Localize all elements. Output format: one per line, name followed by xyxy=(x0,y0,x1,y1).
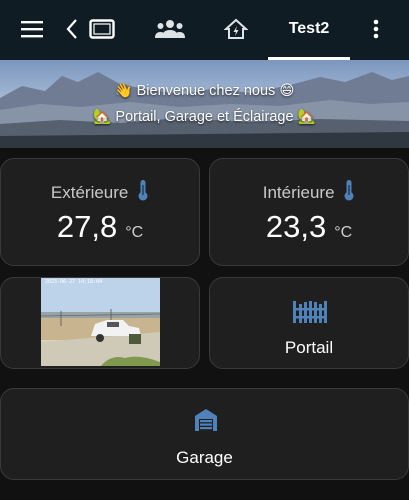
tile-label-portail: Portail xyxy=(284,338,334,357)
more-vertical-icon[interactable] xyxy=(366,0,386,58)
sensor-title-exterieure: Extérieure xyxy=(1,179,199,206)
sensor-value: 27,8 xyxy=(56,209,118,244)
sensor-label: Intérieure xyxy=(262,183,335,202)
tile-label-garage: Garage xyxy=(176,448,233,467)
tab-test2[interactable]: Test2 xyxy=(268,0,350,58)
thermometer-icon xyxy=(137,179,149,206)
sensor-card-exterieure[interactable]: Extérieure 27,8 °C xyxy=(0,158,200,266)
sensor-unit: °C xyxy=(334,224,353,241)
banner-line-welcome: 👋 Bienvenue chez nous 😄 xyxy=(114,83,295,99)
home-energy-icon[interactable] xyxy=(220,0,252,58)
welcome-banner: 👋 Bienvenue chez nous 😄 🏡 Portail, Garag… xyxy=(0,60,409,148)
camera-snapshot[interactable]: 2023-06-27 14:18:04 xyxy=(41,278,160,366)
back-icon[interactable] xyxy=(62,0,82,58)
sensor-value: 23,3 xyxy=(265,209,327,244)
tile-portail[interactable]: Portail xyxy=(209,277,409,369)
sensor-title-interieure: Intérieure xyxy=(210,179,408,206)
menu-icon[interactable] xyxy=(16,0,48,58)
sensor-label: Extérieure xyxy=(50,183,129,202)
tile-garage[interactable]: Garage xyxy=(0,388,409,480)
camera-snapshot-image xyxy=(41,278,160,366)
camera-card[interactable]: 2023-06-27 14:18:04 xyxy=(0,277,200,369)
camera-timestamp: 2023-06-27 14:18:04 xyxy=(45,279,103,285)
people-icon[interactable] xyxy=(152,0,188,58)
sensor-value-row: 27,8 °C xyxy=(1,209,199,245)
sensor-card-interieure[interactable]: Intérieure 23,3 °C xyxy=(209,158,409,266)
garage-icon xyxy=(194,408,218,437)
sensor-value-row: 23,3 °C xyxy=(210,209,408,245)
sensor-unit: °C xyxy=(125,224,144,241)
top-app-bar: Test2 xyxy=(0,0,409,60)
banner-line-subtitle: 🏡 Portail, Garage et Éclairage 🏡 xyxy=(93,109,316,125)
gate-icon xyxy=(292,297,328,328)
mountain-landscape-image xyxy=(0,72,409,148)
thermometer-icon xyxy=(343,179,355,206)
tablet-icon[interactable] xyxy=(86,0,118,58)
